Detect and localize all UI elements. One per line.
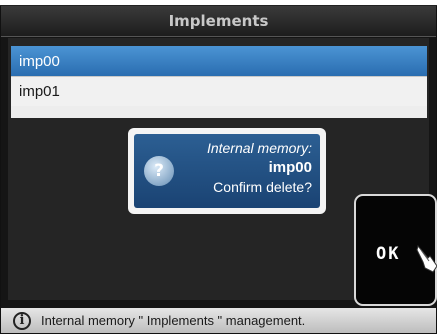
dialog-question: Confirm delete?: [213, 179, 312, 195]
question-icon: ?: [144, 156, 174, 186]
ok-button[interactable]: OK: [354, 194, 437, 306]
ok-button-label: OK: [376, 244, 401, 264]
list-item-label: imp00: [19, 52, 60, 70]
dialog-location: Internal memory:: [206, 140, 312, 156]
hand-pointer-icon: [416, 244, 437, 273]
list-item-label: imp01: [19, 83, 60, 100]
info-icon: i: [13, 311, 31, 330]
status-bar: i Internal memory " Implements " managem…: [1, 308, 436, 333]
title-bar: Implements: [1, 6, 436, 37]
confirm-delete-dialog: ? Internal memory: imp00 Confirm delete?: [128, 128, 326, 214]
list-item-imp00[interactable]: imp00: [11, 46, 427, 76]
dialog-body: ? Internal memory: imp00 Confirm delete?: [134, 134, 320, 208]
status-text: Internal memory " Implements " managemen…: [41, 313, 306, 328]
page-title: Implements: [168, 12, 269, 30]
implements-list: imp00 imp01: [11, 46, 427, 118]
dialog-item-name: imp00: [268, 159, 312, 176]
list-item-imp01[interactable]: imp01: [11, 76, 427, 106]
